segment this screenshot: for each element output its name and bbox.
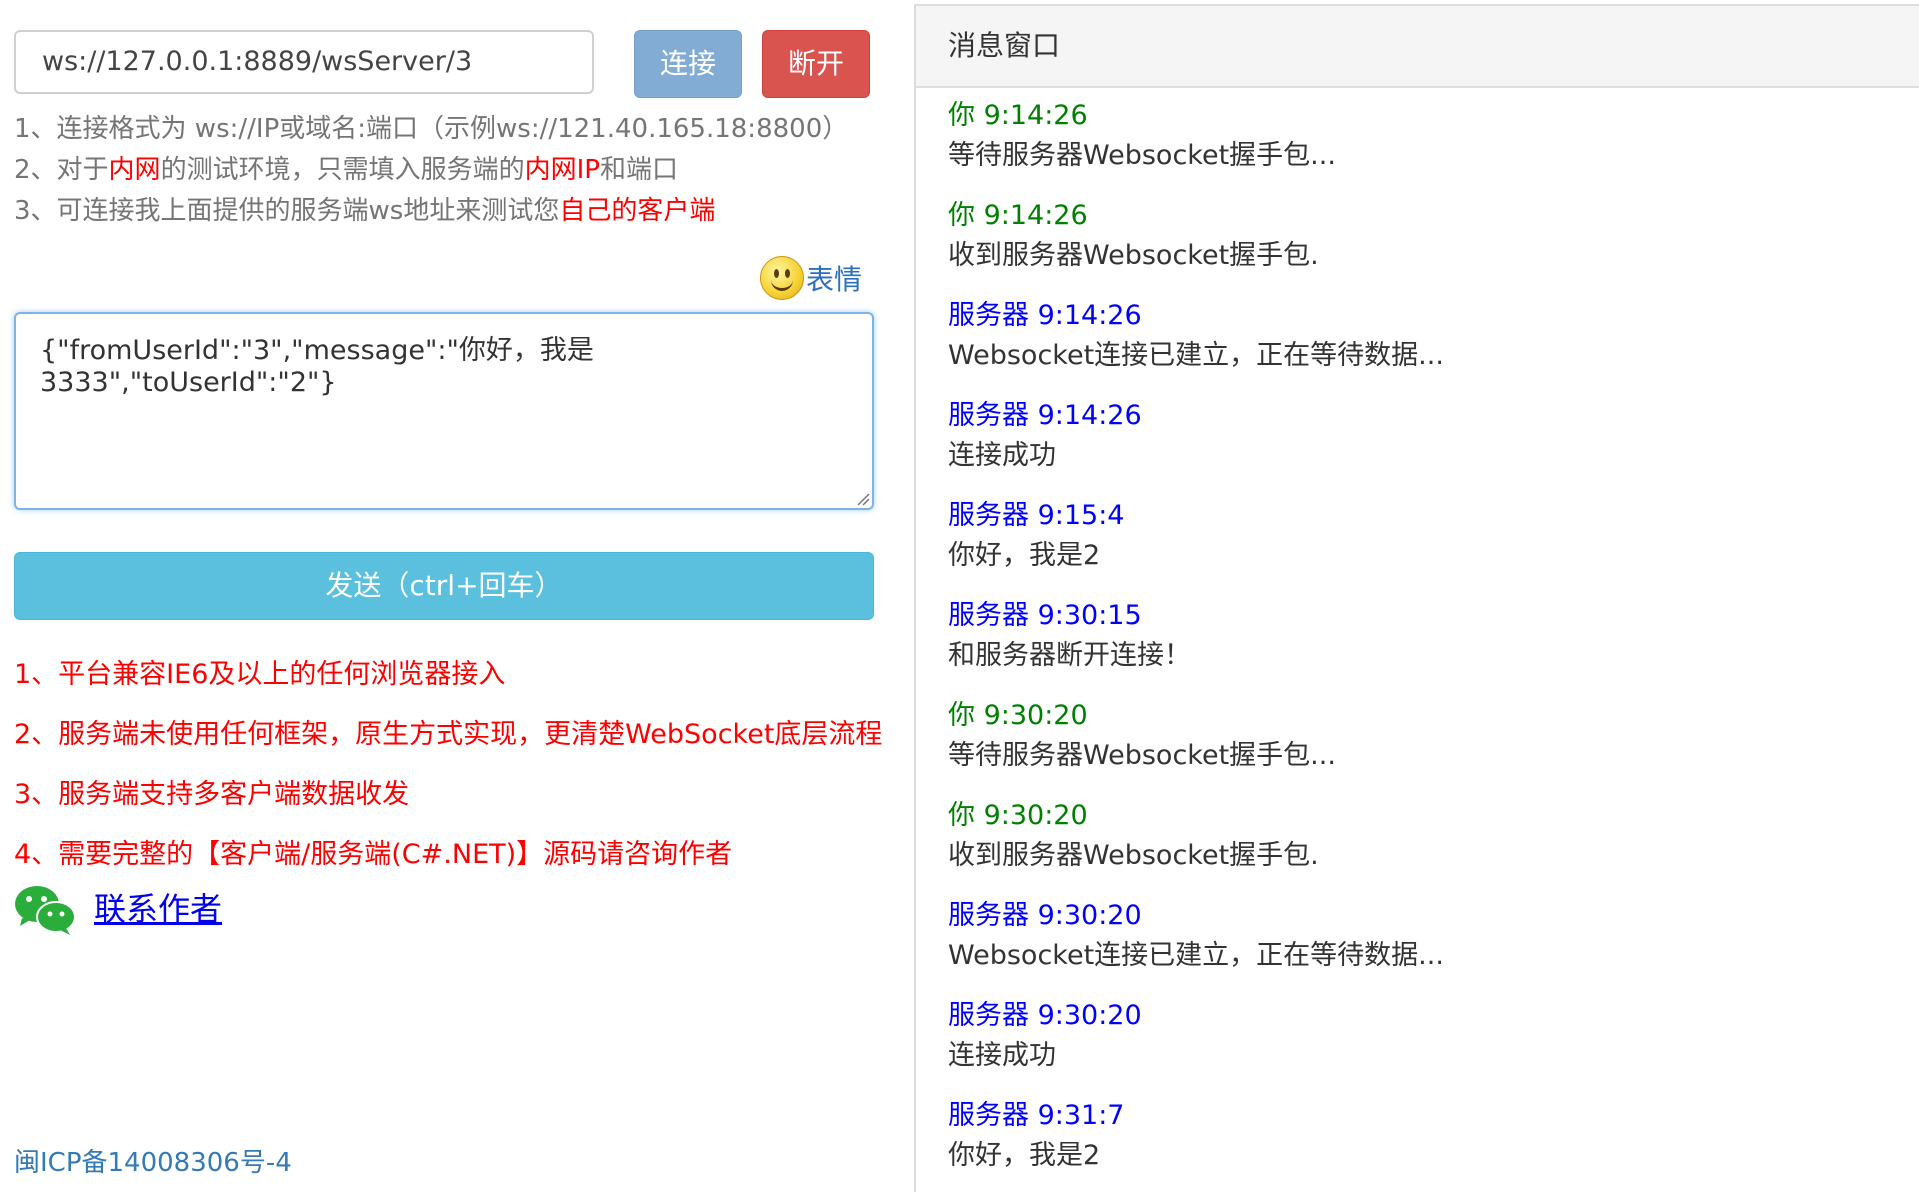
feature-item: 4、需要完整的【客户端/服务端(C#.NET)】源码请咨询作者 xyxy=(14,839,733,870)
message-textarea[interactable]: {"fromUserId":"3","message":"你好，我是3333",… xyxy=(14,312,874,510)
message-item: 服务器 9:31:7 你好，我是2 xyxy=(948,1096,1125,1176)
message-text: 等待服务器Websocket握手包... xyxy=(948,740,1336,771)
feature-item: 3、服务端支持多客户端数据收发 xyxy=(14,779,410,810)
message-item: 服务器 9:15:4 你好，我是2 xyxy=(948,496,1125,576)
message-text: 收到服务器Websocket握手包. xyxy=(948,240,1319,271)
hint-line-2: 2、对于内网的测试环境，只需填入服务端的内网IP和端口 xyxy=(14,149,678,186)
message-text: Websocket连接已建立，正在等待数据... xyxy=(948,940,1444,971)
message-sender: 服务器 9:31:7 xyxy=(948,1100,1125,1131)
hint-line-3: 3、可连接我上面提供的服务端ws地址来测试您自己的客户端 xyxy=(14,190,715,227)
message-item: 服务器 9:30:15 和服务器断开连接！ xyxy=(948,596,1191,676)
hint-highlight: 内网IP xyxy=(524,155,600,185)
message-sender: 服务器 9:14:26 xyxy=(948,400,1142,431)
send-button[interactable]: 发送（ctrl+回车） xyxy=(14,552,874,620)
message-sender: 服务器 9:14:26 xyxy=(948,300,1142,331)
message-text: 和服务器断开连接！ xyxy=(948,640,1191,671)
message-item: 服务器 9:14:26 Websocket连接已建立，正在等待数据... xyxy=(948,296,1444,376)
message-panel: 消息窗口 你 9:14:26 等待服务器Websocket握手包... 你 9:14… xyxy=(914,4,1919,1192)
message-sender: 你 9:14:26 xyxy=(948,100,1088,131)
hint-text: 2、对于 xyxy=(14,155,109,185)
hint-text: 3、可连接我上面提供的服务端ws地址来测试您 xyxy=(14,196,560,226)
contact-author-link[interactable]: 联系作者 xyxy=(94,884,222,930)
message-item: 你 9:30:20 收到服务器Websocket握手包. xyxy=(948,796,1319,876)
hint-text: 的测试环境，只需填入服务端的 xyxy=(160,155,525,185)
hint-line-1: 1、连接格式为 ws://IP或域名:端口（示例ws://121.40.165.… xyxy=(14,108,848,145)
message-item: 服务器 9:14:26 连接成功 xyxy=(948,396,1142,476)
smiley-icon xyxy=(760,256,804,300)
hint-text: 和端口 xyxy=(599,155,678,185)
message-text: Websocket连接已建立，正在等待数据... xyxy=(948,340,1444,371)
icp-link[interactable]: 闽ICP备14008306号-4 xyxy=(14,1142,292,1179)
panel-title: 消息窗口 xyxy=(916,6,1919,88)
message-sender: 服务器 9:30:20 xyxy=(948,900,1142,931)
message-item: 服务器 9:30:20 连接成功 xyxy=(948,996,1142,1076)
message-sender: 服务器 9:30:20 xyxy=(948,1000,1142,1031)
message-sender: 服务器 9:30:15 xyxy=(948,600,1142,631)
message-item: 你 9:30:20 等待服务器Websocket握手包... xyxy=(948,696,1336,776)
message-item: 你 9:14:26 等待服务器Websocket握手包... xyxy=(948,96,1336,176)
hint-highlight: 内网 xyxy=(108,155,161,185)
message-sender: 你 9:30:20 xyxy=(948,700,1088,731)
emoji-button[interactable]: 表情 xyxy=(760,256,862,300)
message-text: 收到服务器Websocket握手包. xyxy=(948,840,1319,871)
message-text: 你好，我是2 xyxy=(948,540,1101,571)
message-sender: 你 9:14:26 xyxy=(948,200,1088,231)
message-text: 等待服务器Websocket握手包... xyxy=(948,140,1336,171)
message-text: 你好，我是2 xyxy=(948,1140,1101,1171)
message-text: 连接成功 xyxy=(948,440,1056,471)
message-sender: 服务器 9:15:4 xyxy=(948,500,1125,531)
message-sender: 你 9:30:20 xyxy=(948,800,1088,831)
emoji-label: 表情 xyxy=(806,263,863,296)
left-panel: ws://127.0.0.1:8889/wsServer/3 连接 断开 1、连… xyxy=(0,0,905,1192)
hint-highlight: 自己的客户端 xyxy=(559,196,716,226)
message-text: 连接成功 xyxy=(948,1040,1056,1071)
connect-button[interactable]: 连接 xyxy=(634,30,742,98)
disconnect-button[interactable]: 断开 xyxy=(762,30,870,98)
hint-text: 1、连接格式为 ws://IP或域名:端口（示例ws://121.40.165.… xyxy=(14,114,849,144)
server-url-input[interactable]: ws://127.0.0.1:8889/wsServer/3 xyxy=(14,30,594,94)
message-item: 服务器 9:30:20 Websocket连接已建立，正在等待数据... xyxy=(948,896,1444,976)
feature-item: 2、服务端未使用任何框架，原生方式实现，更清楚WebSocket底层流程 xyxy=(14,719,883,750)
feature-item: 1、平台兼容IE6及以上的任何浏览器接入 xyxy=(14,659,506,690)
resize-grip-icon[interactable] xyxy=(856,492,870,506)
message-item: 你 9:14:26 收到服务器Websocket握手包. xyxy=(948,196,1319,276)
wechat-icon xyxy=(15,886,76,935)
